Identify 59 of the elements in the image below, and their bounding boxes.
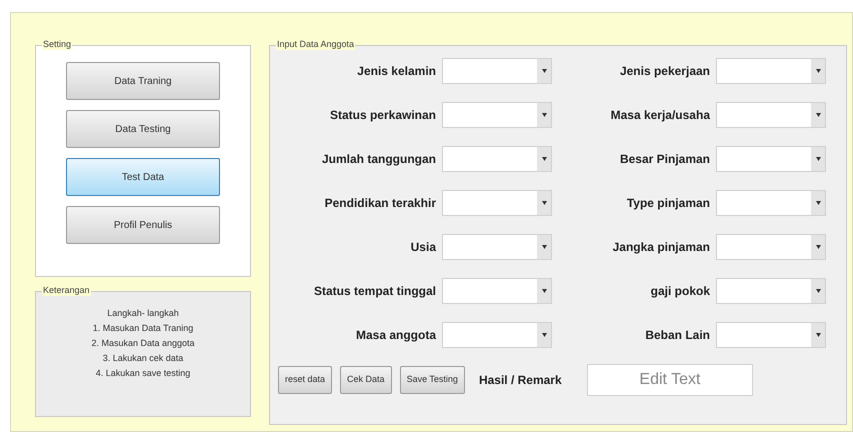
dropdown-arrow-icon — [816, 157, 820, 161]
result-field[interactable]: Edit Text — [586, 364, 753, 396]
dropdown-field[interactable] — [716, 146, 826, 172]
dropdown-field[interactable] — [716, 278, 826, 304]
dropdown-arrow-icon — [542, 333, 546, 337]
dropdown-arrow-icon — [816, 289, 820, 293]
dropdown-arrow-icon — [816, 201, 820, 205]
result-label: Hasil / Remark — [478, 372, 563, 389]
dropdown-field[interactable] — [716, 58, 826, 84]
field-label: Jenis pekerjaan — [618, 63, 711, 80]
field-label: Status tempat tinggal — [312, 283, 437, 300]
field-label: Besar Pinjaman — [618, 151, 711, 168]
dropdown-field[interactable] — [442, 234, 552, 260]
action-button[interactable]: reset data — [278, 366, 332, 394]
instruction-text: 4. Lakukan save testing — [96, 367, 190, 380]
dropdown-field[interactable] — [716, 102, 826, 128]
dropdown-field[interactable] — [442, 146, 552, 172]
menu-button[interactable]: Data Traning — [66, 62, 220, 100]
instruction-text: 1. Masukan Data Traning — [92, 322, 194, 335]
dropdown-field[interactable] — [442, 278, 552, 304]
field-label: Masa anggota — [354, 327, 438, 344]
dropdown-field[interactable] — [442, 190, 552, 216]
dropdown-field[interactable] — [716, 234, 826, 260]
instruction-text: 2. Masukan Data anggota — [91, 337, 195, 350]
dropdown-field[interactable] — [442, 322, 552, 348]
field-label: Jangka pinjaman — [612, 239, 711, 256]
dropdown-arrow-icon — [542, 201, 546, 205]
instruction-text: Langkah- langkah — [107, 307, 179, 320]
dropdown-field[interactable] — [442, 102, 552, 128]
field-label: Pendidikan terakhir — [324, 195, 437, 212]
field-label: Masa kerja/usaha — [610, 107, 712, 124]
dropdown-arrow-icon — [542, 157, 546, 161]
menu-button[interactable]: Data Testing — [66, 110, 220, 148]
dropdown-field[interactable] — [716, 322, 826, 348]
action-button[interactable]: Cek Data — [340, 366, 392, 394]
field-label: Type pinjaman — [626, 195, 711, 212]
dropdown-arrow-icon — [816, 245, 820, 249]
dropdown-arrow-icon — [542, 113, 546, 117]
menu-button[interactable]: Profil Penulis — [66, 206, 220, 244]
field-label: Status perkawinan — [328, 107, 437, 124]
dropdown-arrow-icon — [816, 113, 820, 117]
panel-title: Input Data Anggota — [276, 38, 356, 50]
panel-title: Setting — [42, 38, 72, 50]
field-label: gaji pokok — [650, 283, 711, 300]
dropdown-arrow-icon — [542, 289, 546, 293]
field-label: Beban Lain — [644, 327, 711, 344]
dropdown-field[interactable] — [442, 58, 552, 84]
dropdown-arrow-icon — [816, 333, 820, 337]
dropdown-field[interactable] — [716, 190, 826, 216]
field-label: Jumlah tanggungan — [321, 151, 437, 168]
action-button[interactable]: Save Testing — [400, 366, 465, 394]
field-label: Usia — [410, 239, 438, 256]
panel-title: Keterangan — [42, 284, 91, 296]
dropdown-arrow-icon — [542, 245, 546, 249]
dropdown-arrow-icon — [816, 69, 820, 73]
dropdown-arrow-icon — [542, 69, 546, 73]
instruction-text: 3. Lakukan cek data — [102, 352, 184, 365]
menu-button[interactable]: Test Data — [66, 158, 220, 196]
field-label: Jenis kelamin — [356, 63, 437, 80]
